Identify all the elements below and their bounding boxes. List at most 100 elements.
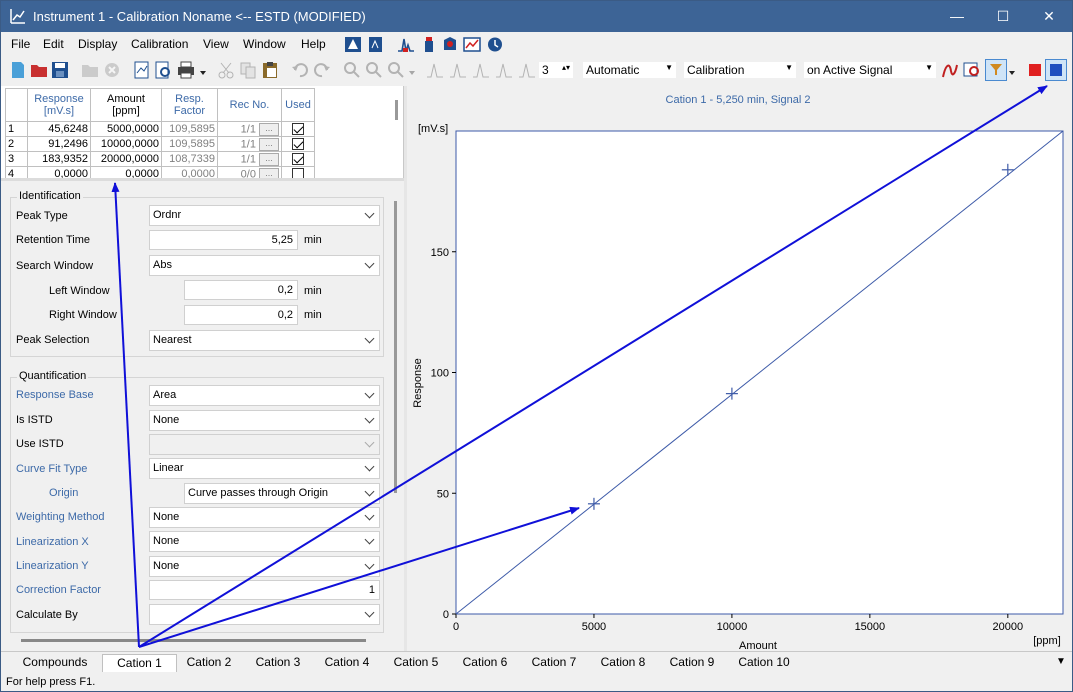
search-window-select[interactable]: Abs (149, 255, 380, 276)
zoom-in-icon[interactable] (343, 61, 361, 79)
amount-cell[interactable]: 20000,0000 (90, 151, 162, 167)
clock-icon[interactable] (486, 36, 504, 53)
calibration-select[interactable]: Calibration ▼ (683, 61, 797, 79)
linearization-x-select[interactable]: None (149, 531, 380, 552)
used-checkbox[interactable] (292, 138, 304, 151)
calculate-by-select[interactable] (149, 604, 380, 625)
more-button[interactable]: ... (259, 152, 279, 166)
open-folder-icon[interactable] (30, 61, 48, 79)
amount-cell[interactable]: 5000,0000 (90, 121, 162, 137)
response-header[interactable]: Response [mV.s] (27, 88, 91, 122)
rec-no-header[interactable]: Rec No. (217, 88, 282, 122)
more-button[interactable]: ... (259, 137, 279, 151)
left-window-input[interactable]: 0,2 (184, 280, 298, 300)
save-icon[interactable] (51, 61, 69, 79)
mode-select[interactable]: Automatic ▼ (582, 61, 677, 79)
response-cell[interactable]: 91,2496 (27, 136, 91, 152)
peak-tool-2-icon[interactable] (449, 61, 467, 79)
peak-tool-4-icon[interactable] (495, 61, 513, 79)
menu-calibration[interactable]: Calibration (131, 37, 188, 51)
tab-cation-9[interactable]: Cation 9 (661, 654, 723, 672)
linearization-y-select[interactable]: None (149, 556, 380, 577)
zoom-icon[interactable] (387, 61, 405, 79)
peak-tool-1-icon[interactable] (426, 61, 444, 79)
used-cell[interactable] (281, 136, 315, 152)
undo-icon[interactable] (291, 61, 309, 79)
stop-red-icon[interactable] (1026, 61, 1044, 79)
weighting-method-select[interactable]: None (149, 507, 380, 528)
copy-icon[interactable] (239, 61, 257, 79)
menu-edit[interactable]: Edit (43, 37, 64, 51)
new-file-icon[interactable] (9, 61, 27, 79)
report-setup-icon[interactable] (133, 61, 151, 79)
curve-tool-icon[interactable] (941, 61, 959, 79)
folder-disabled-icon[interactable] (81, 61, 99, 79)
table-row[interactable]: 3 183,9352 20000,0000 108,7339 1/1 ... (5, 151, 315, 167)
zoom-dropdown-icon[interactable] (408, 61, 416, 79)
peak-tool-5-icon[interactable] (518, 61, 536, 79)
signal-select[interactable]: on Active Signal ▼ (803, 61, 937, 79)
tab-cation-1[interactable]: Cation 1 (102, 654, 177, 672)
chromatogram-icon[interactable] (397, 36, 415, 53)
used-cell[interactable] (281, 121, 315, 137)
sample-icon[interactable] (441, 36, 459, 53)
print-icon[interactable] (177, 61, 195, 79)
tab-cation-8[interactable]: Cation 8 (592, 654, 654, 672)
used-checkbox[interactable] (292, 153, 304, 166)
overlay-chart-icon[interactable] (463, 36, 481, 53)
zoom-out-icon[interactable] (365, 61, 383, 79)
right-window-input[interactable]: 0,2 (184, 305, 298, 325)
print-dropdown-icon[interactable] (199, 61, 207, 79)
is-istd-select[interactable]: None (149, 410, 380, 431)
spinner-arrows-icon[interactable]: ▴▾ (562, 63, 570, 72)
form-scrollbar[interactable] (394, 201, 397, 493)
amount-cell[interactable]: 10000,0000 (90, 136, 162, 152)
delete-icon[interactable] (103, 61, 121, 79)
curve-fit-type-select[interactable]: Linear (149, 458, 380, 479)
menu-view[interactable]: View (203, 37, 229, 51)
stop-blue-icon[interactable] (1045, 59, 1067, 81)
tab-cation-2[interactable]: Cation 2 (178, 654, 240, 672)
report-icon[interactable] (367, 36, 385, 53)
retention-time-input[interactable]: 5,25 (149, 230, 298, 250)
menu-window[interactable]: Window (243, 37, 286, 51)
tab-cation-4[interactable]: Cation 4 (316, 654, 378, 672)
correction-factor-input[interactable]: 1 (149, 580, 380, 600)
tab-cation-10[interactable]: Cation 10 (730, 654, 798, 672)
more-button[interactable]: ... (259, 122, 279, 136)
peak-tool-3-icon[interactable] (472, 61, 490, 79)
filter-dropdown-icon[interactable] (1008, 61, 1016, 79)
cut-icon[interactable] (217, 61, 235, 79)
minimize-button[interactable]: — (934, 1, 980, 32)
peak-selection-select[interactable]: Nearest (149, 330, 380, 351)
table-scrollbar[interactable] (395, 100, 398, 120)
paste-icon[interactable] (261, 61, 279, 79)
method-icon[interactable] (344, 36, 362, 53)
response-cell[interactable]: 183,9352 (27, 151, 91, 167)
print-preview-icon[interactable] (154, 61, 172, 79)
resp-factor-header[interactable]: Resp. Factor (161, 88, 218, 122)
origin-select[interactable]: Curve passes through Origin (184, 483, 380, 504)
tab-compounds[interactable]: Compounds (11, 654, 99, 672)
tab-cation-7[interactable]: Cation 7 (523, 654, 585, 672)
tab-overflow-arrow-icon[interactable]: ▼ (1056, 656, 1066, 667)
used-cell[interactable] (281, 151, 315, 167)
menu-display[interactable]: Display (78, 37, 117, 51)
level-spinner[interactable]: 3 ▴▾ (538, 61, 574, 79)
used-checkbox[interactable] (292, 123, 304, 136)
table-row[interactable]: 2 91,2496 10000,0000 109,5895 1/1 ... (5, 136, 315, 152)
search-curve-icon[interactable] (963, 61, 981, 79)
response-cell[interactable]: 45,6248 (27, 121, 91, 137)
close-button[interactable]: ✕ (1026, 1, 1072, 32)
vial-icon[interactable] (420, 36, 438, 53)
tab-cation-5[interactable]: Cation 5 (385, 654, 447, 672)
menu-file[interactable]: File (11, 37, 30, 51)
redo-icon[interactable] (313, 61, 331, 79)
tab-cation-6[interactable]: Cation 6 (454, 654, 516, 672)
maximize-button[interactable]: ☐ (980, 1, 1026, 32)
peak-type-select[interactable]: Ordnr (149, 205, 380, 226)
use-istd-select[interactable] (149, 434, 380, 455)
table-row[interactable]: 1 45,6248 5000,0000 109,5895 1/1 ... (5, 121, 315, 137)
used-header[interactable]: Used (281, 88, 315, 122)
horizontal-scrollbar[interactable] (21, 639, 366, 642)
